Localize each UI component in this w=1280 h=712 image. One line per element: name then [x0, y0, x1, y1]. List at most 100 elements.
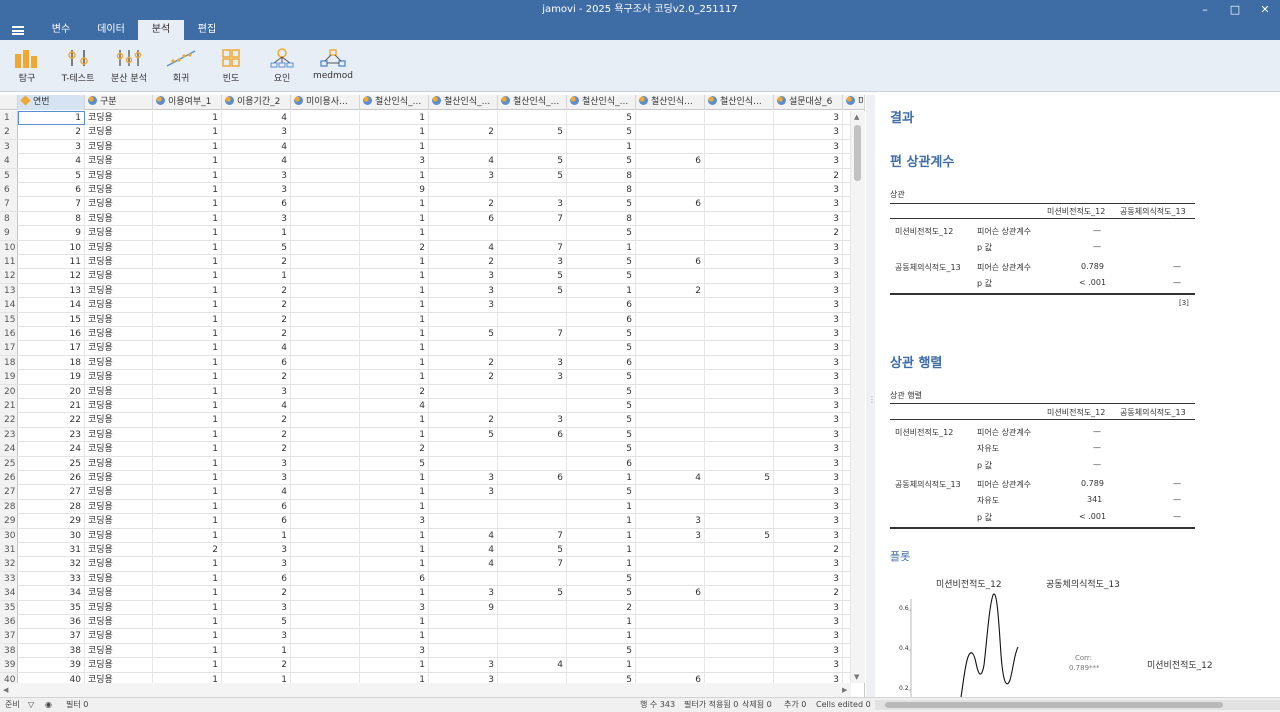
table-cell[interactable]: 8: [18, 211, 85, 226]
table-cell[interactable]: 3: [774, 341, 843, 356]
row-number[interactable]: 8: [0, 211, 18, 226]
table-cell[interactable]: 1: [153, 370, 222, 385]
table-cell[interactable]: [705, 499, 774, 514]
table-cell[interactable]: 1: [567, 658, 636, 673]
table-cell[interactable]: 20: [18, 384, 85, 399]
table-cell[interactable]: 5: [567, 197, 636, 212]
row-number[interactable]: 15: [0, 312, 18, 327]
table-cell[interactable]: [636, 111, 705, 125]
table-cell[interactable]: 3: [774, 399, 843, 413]
table-cell[interactable]: 3: [774, 456, 843, 471]
table-cell[interactable]: 28: [18, 499, 85, 514]
table-cell[interactable]: 5: [360, 456, 429, 471]
table-cell[interactable]: [291, 269, 360, 284]
table-cell[interactable]: 1: [360, 528, 429, 543]
table-cell[interactable]: [291, 528, 360, 543]
table-cell[interactable]: [636, 442, 705, 457]
column-header[interactable]: 철산인식...: [705, 95, 774, 110]
table-cell[interactable]: 코딩용: [85, 571, 153, 586]
table-cell[interactable]: 코딩용: [85, 341, 153, 356]
table-cell[interactable]: 1: [153, 427, 222, 442]
table-cell[interactable]: 코딩용: [85, 658, 153, 673]
table-cell[interactable]: [498, 298, 567, 313]
table-cell[interactable]: [705, 600, 774, 615]
table-cell[interactable]: [429, 442, 498, 457]
table-cell[interactable]: [429, 456, 498, 471]
table-cell[interactable]: 1: [567, 528, 636, 543]
row-number[interactable]: 12: [0, 269, 18, 284]
table-cell[interactable]: 3: [429, 658, 498, 673]
table-cell[interactable]: 21: [18, 399, 85, 413]
table-cell[interactable]: 4: [222, 111, 291, 125]
table-cell[interactable]: [429, 615, 498, 629]
table-cell[interactable]: 3: [498, 197, 567, 212]
table-cell[interactable]: [291, 327, 360, 341]
table-cell[interactable]: 3: [774, 658, 843, 673]
table-cell[interactable]: 3: [222, 384, 291, 399]
table-cell[interactable]: 2: [222, 312, 291, 327]
table-cell[interactable]: 14: [18, 298, 85, 313]
results-scroll-thumb[interactable]: [885, 702, 1223, 708]
table-cell[interactable]: 3: [774, 183, 843, 197]
table-cell[interactable]: [705, 427, 774, 442]
table-cell[interactable]: 코딩용: [85, 471, 153, 485]
row-number[interactable]: 35: [0, 600, 18, 615]
table-cell[interactable]: 1: [222, 269, 291, 284]
table-cell[interactable]: 1: [153, 125, 222, 140]
column-header[interactable]: 철산인식_...: [567, 95, 636, 110]
table-cell[interactable]: 1: [360, 499, 429, 514]
table-cell[interactable]: 코딩용: [85, 427, 153, 442]
row-number[interactable]: 11: [0, 255, 18, 269]
table-cell[interactable]: [636, 327, 705, 341]
maximize-icon[interactable]: □: [1220, 0, 1250, 20]
table-cell[interactable]: 코딩용: [85, 643, 153, 658]
table-cell[interactable]: 27: [18, 485, 85, 500]
table-cell[interactable]: [291, 125, 360, 140]
table-cell[interactable]: 8: [567, 183, 636, 197]
table-cell[interactable]: 1: [153, 240, 222, 255]
table-cell[interactable]: 3: [774, 298, 843, 313]
table-cell[interactable]: 3: [360, 514, 429, 529]
table-cell[interactable]: [705, 456, 774, 471]
table-cell[interactable]: 1: [153, 312, 222, 327]
table-cell[interactable]: 1: [153, 255, 222, 269]
table-cell[interactable]: [843, 154, 851, 169]
table-cell[interactable]: 6: [636, 586, 705, 601]
table-cell[interactable]: 5: [567, 442, 636, 457]
row-number[interactable]: 7: [0, 197, 18, 212]
table-cell[interactable]: 5: [18, 168, 85, 183]
table-cell[interactable]: 6: [567, 355, 636, 370]
table-cell[interactable]: 3: [429, 586, 498, 601]
eye-icon[interactable]: ◉: [45, 698, 52, 712]
column-header[interactable]: 연번: [18, 95, 85, 110]
table-cell[interactable]: [291, 456, 360, 471]
table-cell[interactable]: 5: [567, 269, 636, 284]
table-cell[interactable]: 5: [567, 226, 636, 241]
table-cell[interactable]: 코딩용: [85, 168, 153, 183]
table-cell[interactable]: 1: [153, 283, 222, 298]
table-cell[interactable]: [843, 211, 851, 226]
row-number[interactable]: 39: [0, 658, 18, 673]
table-cell[interactable]: 4: [498, 658, 567, 673]
table-cell[interactable]: 1: [153, 341, 222, 356]
table-cell[interactable]: 2: [774, 586, 843, 601]
row-number[interactable]: 31: [0, 543, 18, 557]
table-cell[interactable]: [636, 557, 705, 572]
table-cell[interactable]: 1: [153, 111, 222, 125]
table-cell[interactable]: 1: [567, 543, 636, 557]
table-cell[interactable]: 18: [18, 355, 85, 370]
table-cell[interactable]: 1: [153, 615, 222, 629]
column-header[interactable]: 철산인식_...: [360, 95, 429, 110]
scroll-up-icon[interactable]: ▲: [854, 113, 859, 121]
table-cell[interactable]: 3: [774, 471, 843, 485]
table-cell[interactable]: [291, 543, 360, 557]
table-cell[interactable]: [636, 485, 705, 500]
table-cell[interactable]: 5: [498, 125, 567, 140]
table-cell[interactable]: [429, 571, 498, 586]
horizontal-scrollbar[interactable]: ◀ ▶: [0, 683, 851, 697]
table-cell[interactable]: 1: [567, 499, 636, 514]
row-number[interactable]: 18: [0, 355, 18, 370]
table-cell[interactable]: 2: [222, 427, 291, 442]
table-cell[interactable]: 24: [18, 442, 85, 457]
table-cell[interactable]: [843, 255, 851, 269]
